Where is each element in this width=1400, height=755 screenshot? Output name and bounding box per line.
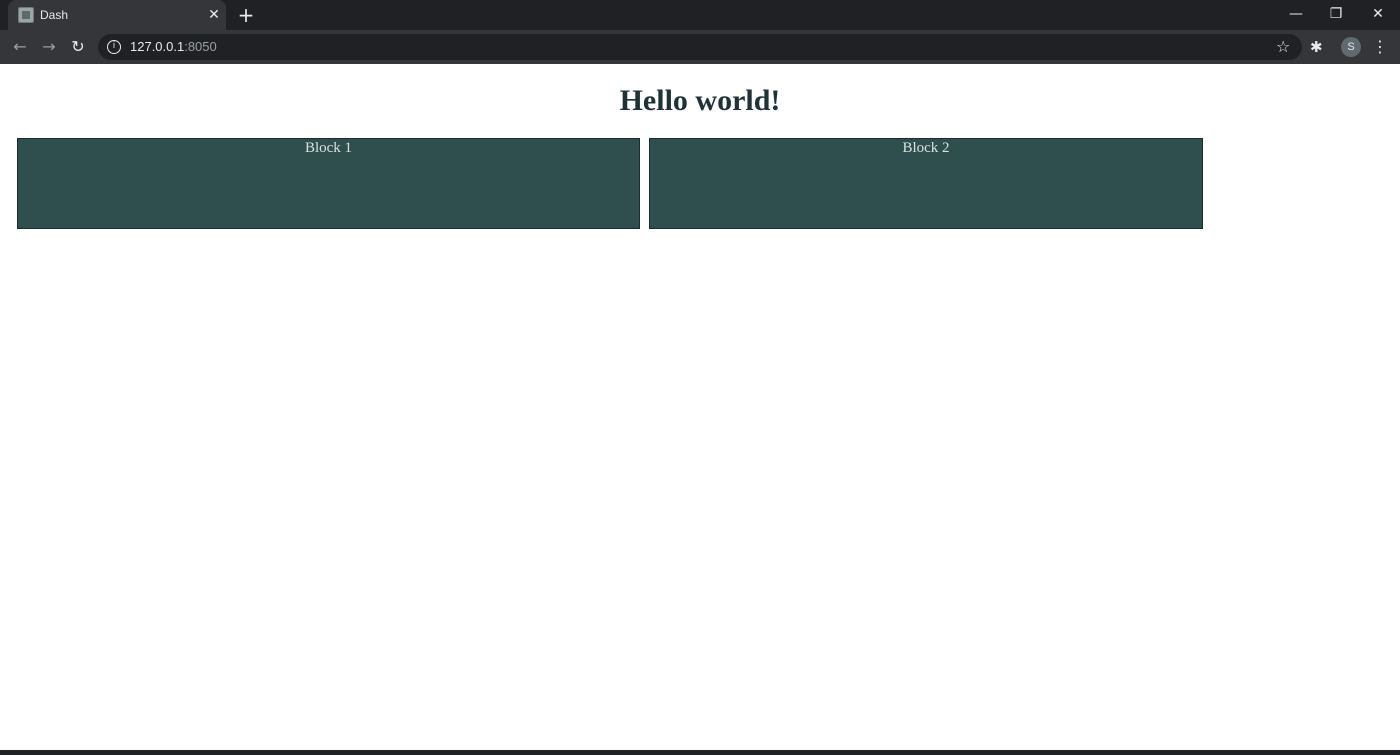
puzzle-icon[interactable]: ✱ [1310,36,1323,58]
page-content: Hello world! Block 1 Block 2 [0,64,1400,750]
tab-strip: Dash ✕ + — ❐ ✕ [0,0,1400,30]
block-1: Block 1 [17,138,640,229]
reload-icon[interactable]: ↻ [66,36,90,58]
info-icon[interactable]: i [107,40,121,54]
minimize-icon[interactable]: — [1276,0,1316,30]
new-tab-button[interactable]: + [235,5,257,25]
block-2-label: Block 2 [902,140,950,156]
page-title: Hello world! [619,84,781,117]
url-host: 127.0.0.1 [130,39,185,54]
block-1-label: Block 1 [304,140,353,156]
kebab-menu-icon[interactable]: ⋮ [1372,36,1388,58]
star-icon[interactable]: ☆ [1276,36,1290,58]
browser-toolbar: ← → ↻ i 127.0.0.1:8050 ☆ ✱ S ⋮ [0,30,1400,64]
tab-title: Dash [40,8,69,22]
address-bar[interactable]: i 127.0.0.1:8050 ☆ [98,34,1302,60]
url-port: :8050 [184,39,217,54]
dash-favicon-icon [18,7,34,23]
browser-tab[interactable]: Dash ✕ [8,0,226,30]
restore-icon[interactable]: ❐ [1316,0,1356,30]
taskbar-edge [0,750,1400,755]
block-2: Block 2 [649,138,1203,229]
arrow-right-icon[interactable]: → [37,36,61,58]
tab-close-button[interactable]: ✕ [204,5,224,25]
url-text[interactable]: 127.0.0.1:8050 [130,39,217,54]
close-icon[interactable]: ✕ [1358,0,1398,30]
arrow-left-icon[interactable]: ← [8,36,32,58]
avatar[interactable]: S [1341,37,1361,57]
